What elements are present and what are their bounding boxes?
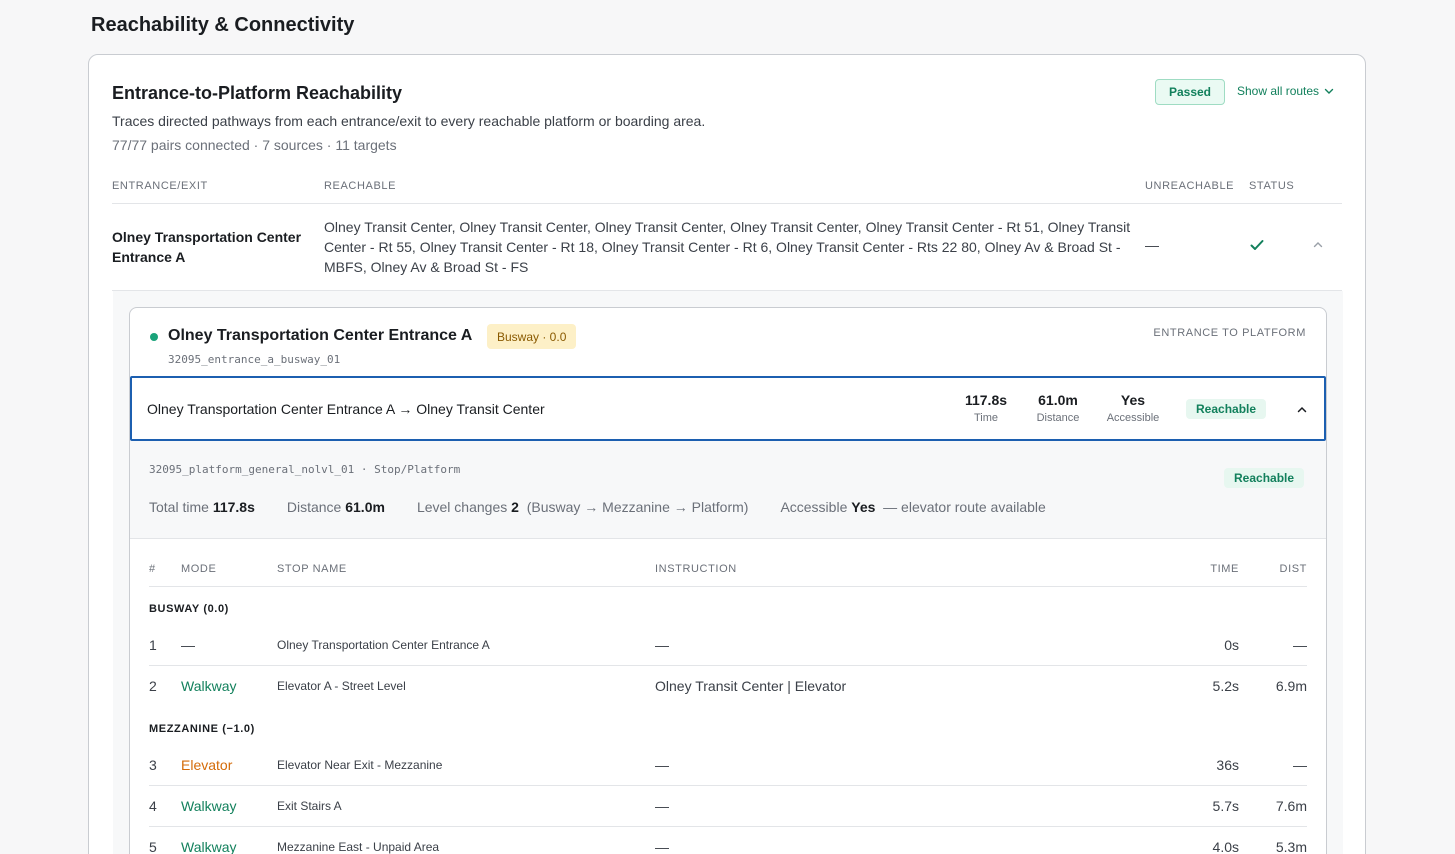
level-changes-value: 2 bbox=[511, 499, 519, 515]
target-status-badge: Reachable bbox=[1224, 468, 1305, 488]
metric-accessible-label: Accessible bbox=[1106, 412, 1160, 424]
accessible-note: — elevator route available bbox=[883, 499, 1046, 515]
entrance-id: 32095_entrance_a_busway_01 bbox=[168, 353, 341, 366]
accessible-value: Yes bbox=[851, 499, 876, 515]
total-time-value: 117.8s bbox=[212, 499, 255, 515]
steps-header-time: Time bbox=[1210, 563, 1239, 575]
route-detail-panel: 32095_platform_general_nolvl_01 · Stop/P… bbox=[130, 441, 1326, 539]
steps-header-mode: Mode bbox=[181, 563, 217, 575]
steps-header-dist: Dist bbox=[1279, 563, 1307, 575]
step-mode: Walkway bbox=[181, 839, 237, 854]
step-time: 0s bbox=[1224, 637, 1239, 653]
table-row: 3 Elevator Elevator Near Exit - Mezzanin… bbox=[149, 745, 1307, 786]
status-badge: Passed bbox=[1155, 79, 1225, 105]
card-description: Traces directed pathways from each entra… bbox=[112, 113, 706, 129]
step-instruction: — bbox=[655, 798, 669, 814]
metric-accessible-value: Yes bbox=[1120, 392, 1146, 408]
step-dist: 5.3m bbox=[1275, 839, 1307, 854]
entrance-type: Entrance to Platform bbox=[1153, 327, 1306, 339]
step-instruction: — bbox=[655, 637, 669, 653]
chevron-up-icon[interactable] bbox=[1312, 239, 1324, 251]
card-summary: 77/77 pairs connected · 7 sources · 11 t… bbox=[112, 137, 397, 153]
total-time-label: Total time bbox=[149, 499, 209, 515]
step-mode: Walkway bbox=[181, 678, 237, 694]
entrance-name: Olney Transportation Center Entrance A bbox=[112, 229, 302, 265]
steps-header-number: # bbox=[149, 563, 156, 575]
step-stop-name: Exit Stairs A bbox=[277, 799, 342, 813]
reachable-list: Olney Transit Center, Olney Transit Cent… bbox=[324, 219, 1131, 275]
card-title: Entrance-to-Platform Reachability bbox=[112, 83, 403, 103]
level-badge: Busway · 0.0 bbox=[487, 324, 577, 349]
metric-distance: 61.0m Distance bbox=[1028, 392, 1088, 424]
show-all-routes-button[interactable]: Show all routes bbox=[1237, 84, 1335, 98]
unreachable-value: — bbox=[1145, 237, 1159, 253]
entrance-title: Olney Transportation Center Entrance A bbox=[168, 327, 473, 344]
route-stats: Total time 117.8s Distance 61.0m Level c… bbox=[149, 499, 1046, 515]
metric-distance-value: 61.0m bbox=[1038, 392, 1078, 408]
metric-accessible: Yes Accessible bbox=[1098, 392, 1168, 424]
steps-header-stop-name: Stop Name bbox=[277, 563, 347, 575]
header-status: Status bbox=[1249, 180, 1295, 192]
group-label-busway: Busway (0.0) bbox=[149, 603, 229, 615]
step-number: 3 bbox=[149, 757, 157, 773]
step-dist: 6.9m bbox=[1275, 678, 1307, 694]
step-time: 5.7s bbox=[1212, 798, 1239, 814]
table-row: 1 — Olney Transportation Center Entrance… bbox=[149, 625, 1307, 666]
status-dot bbox=[150, 333, 158, 341]
checkmark-icon bbox=[1250, 240, 1264, 250]
header-unreachable: Unreachable bbox=[1145, 180, 1235, 192]
step-time: 4.0s bbox=[1212, 839, 1239, 854]
step-instruction: — bbox=[655, 839, 669, 854]
distance-label: Distance bbox=[286, 499, 342, 515]
route-title: Olney Transportation Center Entrance A →… bbox=[147, 401, 545, 417]
entrance-detail-card: Olney Transportation Center Entrance A B… bbox=[129, 307, 1327, 854]
route-header[interactable]: Olney Transportation Center Entrance A →… bbox=[130, 376, 1326, 441]
step-time: 5.2s bbox=[1212, 678, 1239, 694]
steps-header-divider bbox=[149, 586, 1307, 587]
step-number: 1 bbox=[149, 637, 157, 653]
step-number: 2 bbox=[149, 678, 157, 694]
accessible-label: Accessible bbox=[780, 499, 848, 515]
step-stop-name: Elevator A - Street Level bbox=[277, 679, 406, 693]
step-stop-name: Elevator Near Exit - Mezzanine bbox=[277, 758, 443, 772]
chevron-up-icon[interactable] bbox=[1296, 404, 1308, 416]
group-label-mezzanine: Mezzanine (−1.0) bbox=[149, 723, 255, 735]
distance-value: 61.0m bbox=[345, 499, 385, 515]
header-reachable: Reachable bbox=[324, 180, 397, 192]
steps-header-instruction: Instruction bbox=[655, 563, 737, 575]
step-time: 36s bbox=[1216, 757, 1239, 773]
section-title: Reachability & Connectivity bbox=[91, 14, 355, 36]
step-instruction: — bbox=[655, 757, 669, 773]
step-mode: Elevator bbox=[181, 757, 233, 773]
step-stop-name: Olney Transportation Center Entrance A bbox=[277, 638, 490, 652]
step-number: 4 bbox=[149, 798, 157, 814]
table-row: 2 Walkway Elevator A - Street Level Olne… bbox=[149, 666, 1307, 706]
step-dist: — bbox=[1293, 637, 1307, 653]
metric-time-label: Time bbox=[973, 412, 999, 424]
step-dist: — bbox=[1293, 757, 1307, 773]
metric-time: 117.8s Time bbox=[956, 392, 1016, 424]
step-mode: Walkway bbox=[181, 798, 237, 814]
show-all-routes-label: Show all routes bbox=[1237, 84, 1320, 98]
step-stop-name: Mezzanine East - Unpaid Area bbox=[277, 840, 440, 854]
target-id: 32095_platform_general_nolvl_01 · Stop/P… bbox=[149, 463, 461, 476]
step-instruction: Olney Transit Center | Elevator bbox=[655, 678, 847, 694]
level-path: (Busway → Mezzanine → Platform) bbox=[526, 499, 749, 515]
level-changes-label: Level changes bbox=[416, 499, 508, 515]
header-entrance-exit: Entrance/Exit bbox=[112, 180, 208, 192]
metric-time-value: 117.8s bbox=[964, 392, 1008, 408]
step-dist: 7.6m bbox=[1275, 798, 1307, 814]
metric-distance-label: Distance bbox=[1036, 412, 1080, 424]
table-row: 5 Walkway Mezzanine East - Unpaid Area —… bbox=[149, 827, 1307, 854]
reachability-card: Entrance-to-Platform Reachability Traces… bbox=[88, 54, 1366, 854]
route-status-badge: Reachable bbox=[1186, 399, 1267, 419]
expanded-row-area: Olney Transportation Center Entrance A B… bbox=[113, 291, 1343, 854]
table-row: 4 Walkway Exit Stairs A — 5.7s 7.6m bbox=[149, 786, 1307, 827]
step-number: 5 bbox=[149, 839, 157, 854]
step-mode: — bbox=[181, 637, 195, 653]
header-divider bbox=[112, 203, 1342, 204]
chevron-down-icon bbox=[1324, 88, 1334, 94]
